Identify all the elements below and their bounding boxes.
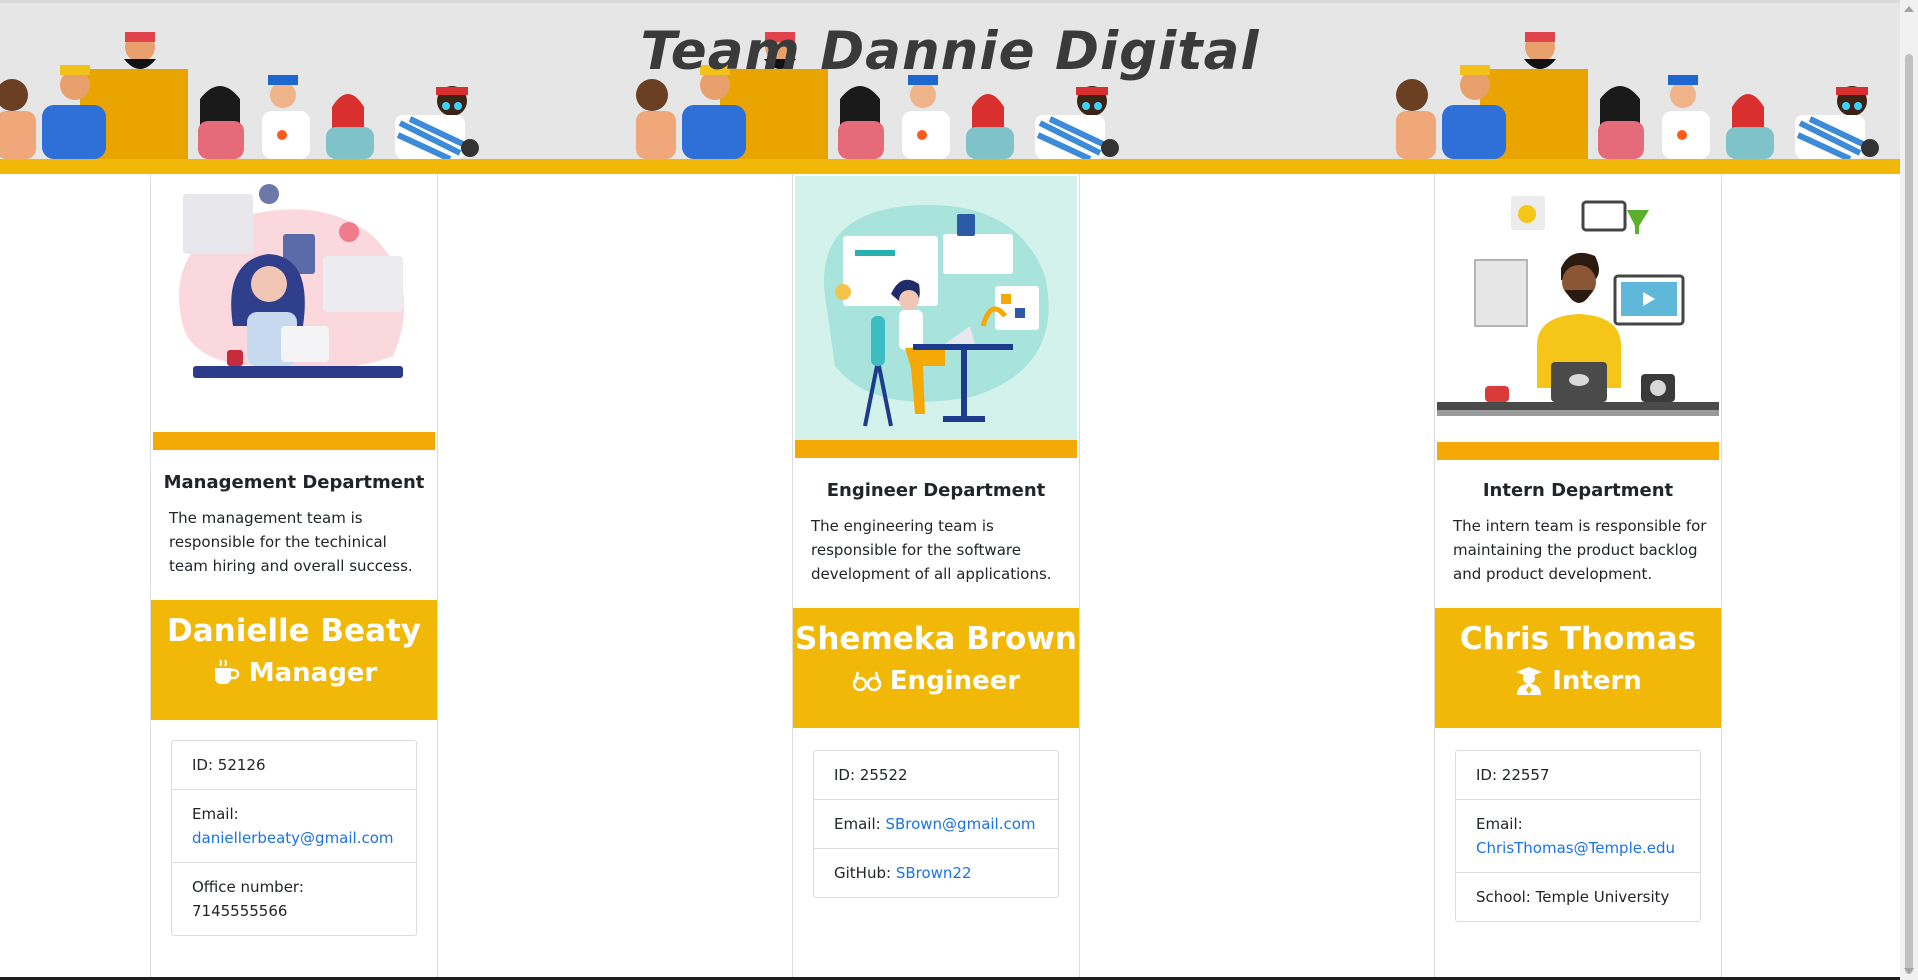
- email-link[interactable]: daniellerbeaty@gmail.com: [192, 829, 394, 847]
- email-label: Email:: [834, 815, 881, 833]
- github-info: GitHub: SBrown22: [814, 848, 1058, 897]
- coffee-icon: [214, 659, 239, 684]
- department-illustration: [1437, 176, 1719, 440]
- email-link[interactable]: SBrown@gmail.com: [885, 815, 1035, 833]
- employee-info-list: ID: 22557 Email: ChrisThomas@Temple.edu …: [1455, 750, 1701, 922]
- employee-header: Danielle Beaty Manager: [151, 600, 437, 720]
- scroll-up-arrow-icon[interactable]: [1904, 6, 1914, 12]
- vertical-scrollbar[interactable]: [1900, 0, 1918, 980]
- glasses-icon: [852, 671, 882, 692]
- department-title: Management Department: [163, 472, 425, 493]
- github-link[interactable]: SBrown22: [896, 864, 972, 882]
- employee-info-list: ID: 52126 Email: daniellerbeaty@gmail.co…: [171, 740, 417, 936]
- employee-header: Chris Thomas Intern: [1435, 608, 1721, 728]
- department-title: Intern Department: [1482, 480, 1674, 501]
- employee-role-label: Intern: [1552, 666, 1642, 696]
- employee-role-label: Manager: [248, 658, 378, 688]
- employee-role: Engineer: [793, 664, 1079, 698]
- github-label: GitHub:: [834, 864, 892, 882]
- employee-card-manager: Management Department The management tea…: [150, 174, 438, 980]
- employee-role: Manager: [151, 656, 437, 690]
- email-label: Email:: [1476, 815, 1523, 833]
- employee-email: Email: ChrisThomas@Temple.edu: [1456, 799, 1700, 872]
- email-link[interactable]: ChrisThomas@Temple.edu: [1476, 839, 1675, 857]
- department-illustration: [153, 176, 435, 428]
- department-description: The management team is responsible for t…: [169, 509, 413, 575]
- employee-header: Shemeka Brown Engineer: [793, 608, 1079, 728]
- department-accent-stripe: [153, 432, 435, 450]
- employee-name: Danielle Beaty: [166, 613, 422, 649]
- office-number: Office number: 7145555566: [172, 862, 416, 935]
- employee-id: ID: 52126: [192, 756, 266, 774]
- scrollbar-thumb[interactable]: [1905, 54, 1913, 974]
- employee-email: Email: daniellerbeaty@gmail.com: [172, 789, 416, 862]
- employee-card-engineer: Engineer Department The engineering team…: [792, 174, 1080, 980]
- employee-card-intern: Intern Department The intern team is res…: [1434, 174, 1722, 980]
- page-title: Team Dannie Digital: [640, 21, 1260, 82]
- employee-name: Chris Thomas: [1459, 621, 1697, 657]
- employee-id: ID: 22557: [1476, 766, 1550, 784]
- employee-email: Email: SBrown@gmail.com: [814, 799, 1058, 848]
- department-description: The engineering team is responsible for …: [811, 517, 1052, 583]
- header-banner: Team Dannie Digital: [0, 3, 1900, 159]
- school-info: School: Temple University: [1456, 872, 1700, 921]
- email-label: Email:: [192, 805, 239, 823]
- department-illustration: [795, 176, 1077, 440]
- header-accent-bar: [0, 159, 1900, 174]
- employee-info-list: ID: 25522 Email: SBrown@gmail.com GitHub…: [813, 750, 1059, 898]
- department-description: The intern team is responsible for maint…: [1453, 517, 1707, 583]
- department-accent-stripe: [795, 440, 1077, 458]
- employee-id: ID: 25522: [834, 766, 908, 784]
- graduate-icon: [1516, 667, 1543, 695]
- employee-role-label: Engineer: [889, 666, 1021, 696]
- department-title: Engineer Department: [826, 480, 1046, 501]
- scroll-down-arrow-icon[interactable]: [1904, 968, 1914, 974]
- employee-role: Intern: [1435, 664, 1721, 698]
- employee-name: Shemeka Brown: [795, 621, 1077, 657]
- department-accent-stripe: [1437, 442, 1719, 460]
